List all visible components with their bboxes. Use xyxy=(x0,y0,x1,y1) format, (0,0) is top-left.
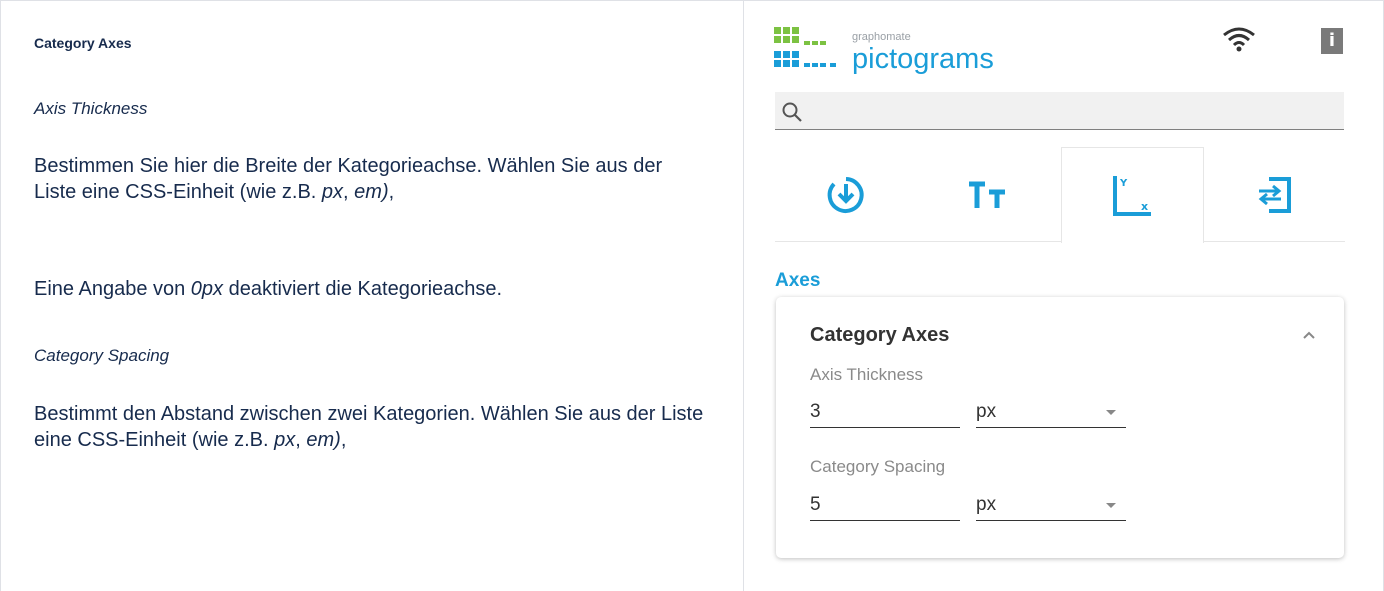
doc-text-px: px xyxy=(321,181,344,203)
svg-text:Y: Y xyxy=(1119,178,1128,189)
doc-text: , xyxy=(340,429,347,451)
doc-paragraph-axis-thickness: Bestimmen Sie hier die Breite der Katego… xyxy=(34,153,674,205)
info-icon[interactable]: i xyxy=(1321,28,1343,54)
axes-icon: Y x xyxy=(1062,148,1203,243)
search-icon xyxy=(781,101,803,128)
doc-text: Bestimmt den Abstand zwischen zwei Kateg… xyxy=(34,403,704,451)
documentation-column: Category Axes Axis Thickness Bestimmen S… xyxy=(0,0,743,591)
tab-text-format[interactable] xyxy=(918,147,1059,242)
dropdown-caret-icon xyxy=(1106,503,1116,508)
doc-text-0px: 0px xyxy=(190,278,224,300)
search-input[interactable] xyxy=(775,92,1344,130)
doc-text: , xyxy=(295,429,307,451)
logo-text-big: pictograms xyxy=(852,43,994,75)
category-spacing-input[interactable]: 5 xyxy=(810,490,960,521)
doc-paragraph-zero-px: Eine Angabe von 0px deaktiviert die Kate… xyxy=(34,276,734,302)
doc-text: deaktiviert die Kategorieachse. xyxy=(223,278,503,300)
doc-paragraph-category-spacing: Bestimmt den Abstand zwischen zwei Kateg… xyxy=(34,401,734,453)
data-icon xyxy=(775,147,916,242)
svg-text:x: x xyxy=(1141,200,1148,213)
dropdown-caret-icon xyxy=(1106,410,1116,415)
category-spacing-unit-value: px xyxy=(976,494,997,515)
logo-grid-icon xyxy=(774,27,836,67)
category-spacing-unit-select[interactable]: px xyxy=(976,490,1126,521)
doc-subtitle-category-spacing: Category Spacing xyxy=(34,346,170,365)
chevron-up-icon[interactable] xyxy=(1302,327,1316,345)
doc-text: , xyxy=(343,181,355,203)
tab-bar: Y x xyxy=(775,147,1345,243)
category-spacing-label: Category Spacing xyxy=(810,457,946,476)
tab-layout[interactable] xyxy=(1204,147,1345,242)
section-title-axes: Axes xyxy=(775,270,821,291)
doc-text-px: px xyxy=(274,429,296,451)
card-title: Category Axes xyxy=(810,324,950,346)
doc-text-em: em) xyxy=(306,429,341,451)
graphomate-logo: graphomate pictograms xyxy=(774,27,1034,89)
axis-thickness-unit-value: px xyxy=(976,401,997,422)
wifi-icon xyxy=(1222,26,1256,57)
category-axes-card: Category Axes Axis Thickness 3 px Catego… xyxy=(776,297,1344,558)
doc-heading: Category Axes xyxy=(34,35,132,51)
axis-thickness-label: Axis Thickness xyxy=(810,365,924,384)
doc-text: , xyxy=(388,181,395,203)
doc-subtitle-axis-thickness: Axis Thickness xyxy=(34,99,148,118)
axis-thickness-input[interactable]: 3 xyxy=(810,397,960,428)
layout-icon xyxy=(1204,147,1345,242)
doc-text: Eine Angabe von xyxy=(34,278,191,300)
text-format-icon xyxy=(918,147,1059,242)
axis-thickness-unit-select[interactable]: px xyxy=(976,397,1126,428)
tab-axes[interactable]: Y x xyxy=(1061,147,1204,243)
tab-data[interactable] xyxy=(775,147,916,242)
logo-text-small: graphomate xyxy=(852,31,911,43)
doc-text-em: em) xyxy=(354,181,389,203)
